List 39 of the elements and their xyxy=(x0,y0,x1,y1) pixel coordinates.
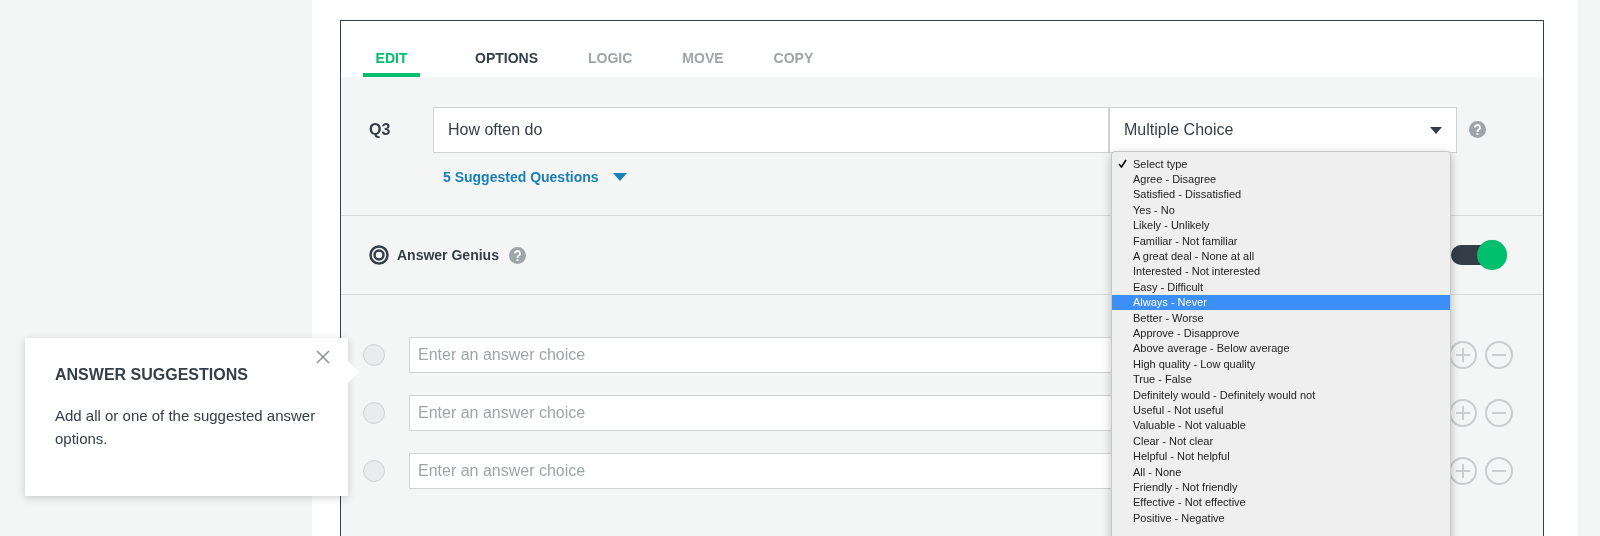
remove-icon[interactable] xyxy=(1485,341,1513,369)
question-field[interactable]: How often do xyxy=(433,107,1109,153)
remove-icon[interactable] xyxy=(1485,457,1513,485)
radio-button[interactable] xyxy=(363,402,385,424)
menu-item[interactable]: Agree - Disagree xyxy=(1112,171,1450,187)
help-icon[interactable] xyxy=(1469,121,1486,138)
question-number: Q3 xyxy=(369,120,392,139)
add-icon[interactable] xyxy=(1449,457,1477,485)
menu-item[interactable]: Clear - Not clear xyxy=(1112,433,1450,449)
tooltip-title: ANSWER SUGGESTIONS xyxy=(55,366,249,384)
toggle-switch[interactable] xyxy=(1451,239,1509,271)
tab[interactable]: OPTIONS xyxy=(455,21,558,77)
answer-genius-label: Answer Genius xyxy=(397,247,499,263)
add-icon[interactable] xyxy=(1449,341,1477,369)
close-icon[interactable] xyxy=(316,350,330,364)
check-icon xyxy=(1118,159,1127,169)
add-icon[interactable] xyxy=(1449,399,1477,427)
menu-item[interactable]: A great deal - None at all xyxy=(1112,248,1450,264)
radio-button[interactable] xyxy=(363,460,385,482)
menu-item[interactable]: Interested - Not interested xyxy=(1112,263,1450,280)
menu-item[interactable]: Select type xyxy=(1112,156,1450,172)
menu-item[interactable]: Easy - Difficult xyxy=(1112,279,1450,295)
question-type-select[interactable]: Multiple Choice xyxy=(1109,107,1457,153)
menu-item[interactable]: Positive - Negative xyxy=(1112,510,1450,526)
caret-icon xyxy=(1430,126,1442,134)
menu-item[interactable]: Better - Worse xyxy=(1112,309,1450,326)
genius-icon xyxy=(369,245,389,265)
radio-button[interactable] xyxy=(363,344,385,366)
suggested-questions-link[interactable]: 5 Suggested Questions xyxy=(443,169,1109,185)
menu-item[interactable]: Yes - No xyxy=(1112,202,1450,218)
tooltip-text: Add all or one of the suggested answer options. xyxy=(55,406,317,449)
caret-icon xyxy=(612,172,627,182)
menu-item[interactable]: Likely - Unlikely xyxy=(1112,217,1450,233)
help-icon[interactable] xyxy=(508,246,526,264)
menu-item[interactable]: Satisfied - Dissatisfied xyxy=(1112,186,1450,203)
remove-icon[interactable] xyxy=(1485,399,1513,427)
menu-item[interactable]: True - False xyxy=(1112,371,1450,387)
menu-item[interactable]: Effective - Not effective xyxy=(1112,494,1450,510)
menu-item[interactable]: Familiar - Not familiar xyxy=(1112,232,1450,249)
